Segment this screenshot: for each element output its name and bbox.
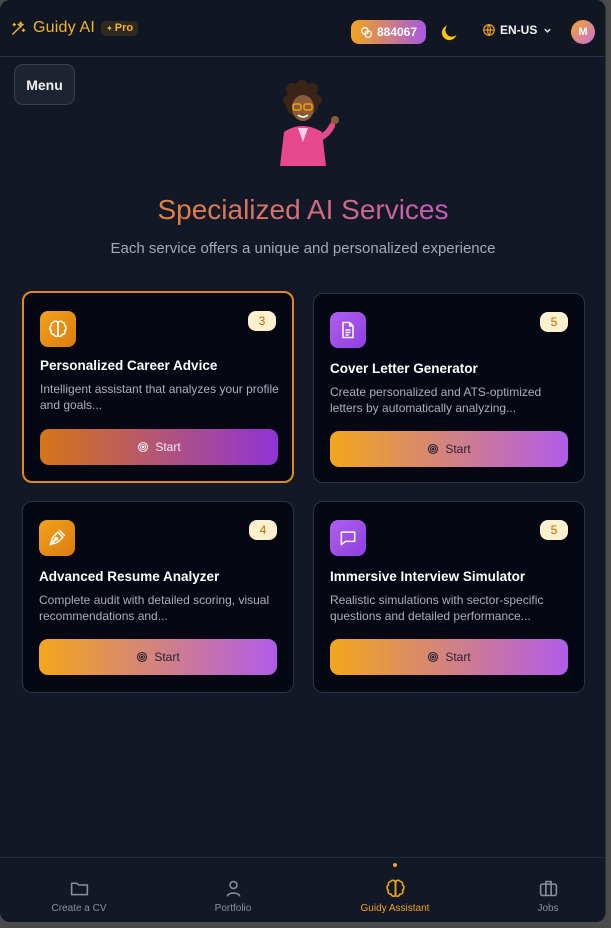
nav-label: Portfolio <box>214 903 252 914</box>
service-icon-box <box>39 520 75 556</box>
start-label: Start <box>445 442 471 456</box>
document-icon <box>342 321 354 339</box>
service-icon-box <box>40 311 76 347</box>
usage-count-badge: 4 <box>249 520 277 540</box>
service-description: Intelligent assistant that analyzes your… <box>40 382 279 412</box>
brand[interactable]: Guidy AI ✦ Pro <box>10 19 139 37</box>
start-button[interactable]: Start <box>330 431 568 467</box>
top-bar: Guidy AI ✦ Pro 884067 EN-US M <box>0 0 605 57</box>
target-icon <box>428 651 439 663</box>
assistant-mascot-illustration <box>280 80 339 166</box>
user-avatar[interactable]: M <box>571 20 595 44</box>
nav-label: Guidy Assistant <box>360 903 430 914</box>
nav-label: Create a CV <box>51 903 107 914</box>
briefcase-icon <box>539 880 557 897</box>
service-description: Complete audit with detailed scoring, vi… <box>39 593 270 623</box>
menu-button[interactable]: Menu <box>14 64 75 105</box>
target-icon <box>137 651 148 663</box>
nav-jobs[interactable]: Jobs <box>493 878 603 914</box>
pro-badge: ✦ Pro <box>101 20 139 36</box>
start-label: Start <box>445 650 471 664</box>
brain-icon <box>49 320 67 338</box>
moon-icon[interactable] <box>439 22 460 43</box>
nav-create-cv[interactable]: Create a CV <box>24 878 134 914</box>
pen-icon <box>49 529 66 546</box>
active-indicator-dot <box>393 863 397 867</box>
service-icon-box <box>330 520 366 556</box>
service-card-career-advice[interactable]: 3 Personalized Career Advice Intelligent… <box>22 291 294 483</box>
brand-name: Guidy AI <box>33 19 96 36</box>
nav-label: Jobs <box>537 903 559 914</box>
sparkle-mini-icon: ✦ <box>106 23 113 33</box>
target-icon <box>138 441 149 453</box>
sparkles-icon <box>12 20 26 35</box>
folder-icon <box>70 882 88 896</box>
start-button[interactable]: Start <box>330 639 568 675</box>
start-label: Start <box>155 440 181 454</box>
service-title: Advanced Resume Analyzer <box>39 569 220 584</box>
pro-label: Pro <box>114 22 134 34</box>
chevron-down-icon <box>544 28 552 33</box>
service-description: Realistic simulations with sector-specif… <box>330 593 544 623</box>
nav-guidy-assistant[interactable]: Guidy Assistant <box>340 878 450 914</box>
brain-icon <box>385 879 405 898</box>
service-title: Cover Letter Generator <box>330 361 478 376</box>
app-window: Guidy AI ✦ Pro 884067 EN-US M Menu Speci… <box>0 0 606 922</box>
page-title: Specialized AI Services <box>157 194 449 225</box>
service-icon-box <box>330 312 366 348</box>
language-label: EN-US <box>500 23 538 37</box>
service-card-cover-letter[interactable]: 5 Cover Letter Generator Create personal… <box>313 293 585 483</box>
bottom-navigation: Create a CV Portfolio Guidy Assistant Jo… <box>0 857 605 922</box>
target-icon <box>428 443 439 455</box>
service-title: Immersive Interview Simulator <box>330 569 526 584</box>
usage-count-badge: 5 <box>540 312 568 332</box>
user-icon <box>226 880 240 897</box>
credits-value: 884067 <box>376 25 418 39</box>
service-card-resume-analyzer[interactable]: 4 Advanced Resume Analyzer Complete audi… <box>22 501 294 693</box>
service-title: Personalized Career Advice <box>40 358 218 373</box>
chat-icon <box>340 531 356 546</box>
service-description: Create personalized and ATS-optimized le… <box>330 385 542 415</box>
page-subtitle: Each service offers a unique and persona… <box>110 240 496 257</box>
service-card-interview-simulator[interactable]: 5 Immersive Interview Simulator Realisti… <box>313 501 585 693</box>
credits-badge[interactable]: 884067 <box>351 20 426 44</box>
language-selector[interactable]: EN-US <box>482 23 552 37</box>
start-button[interactable]: Start <box>40 429 278 465</box>
start-button[interactable]: Start <box>39 639 277 675</box>
start-label: Start <box>154 650 180 664</box>
usage-count-badge: 5 <box>540 520 568 540</box>
coins-icon <box>360 26 372 38</box>
globe-icon <box>483 23 495 37</box>
usage-count-badge: 3 <box>248 311 276 331</box>
nav-portfolio[interactable]: Portfolio <box>178 878 288 914</box>
